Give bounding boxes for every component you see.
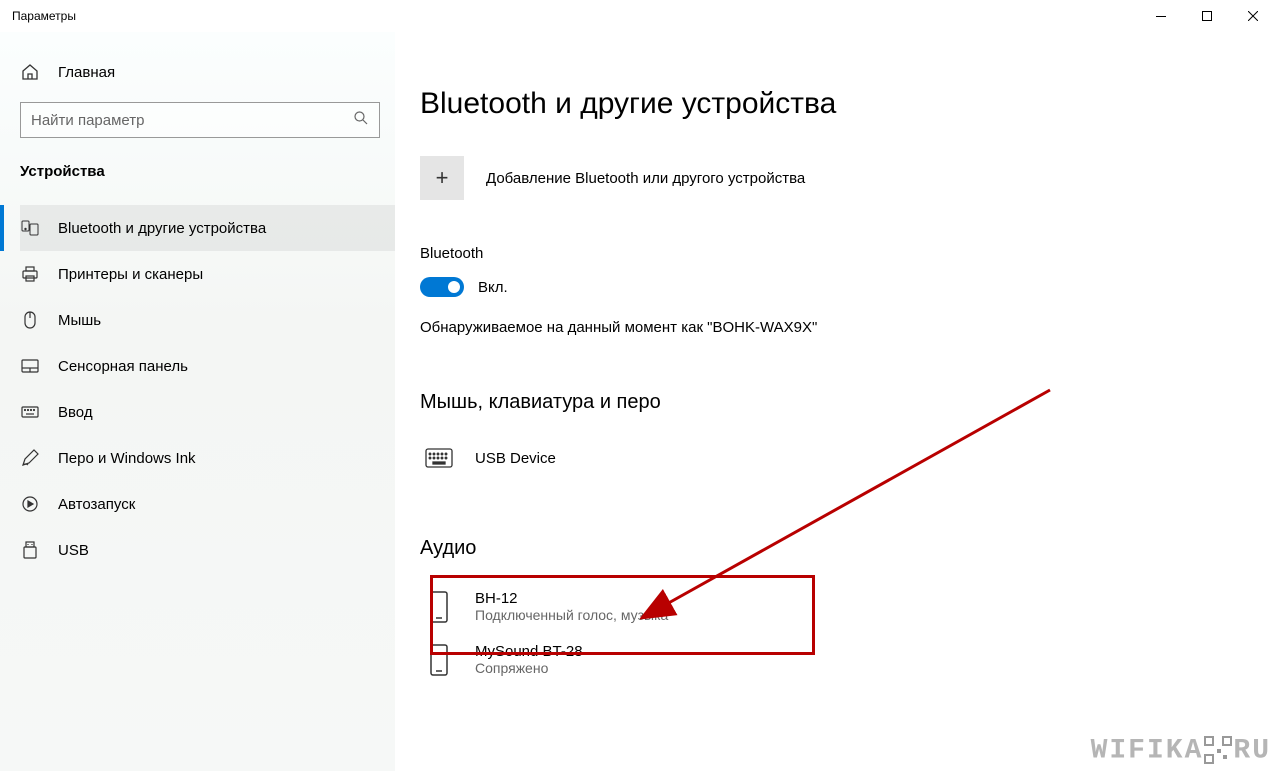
bluetooth-toggle[interactable] [420,277,464,297]
bluetooth-devices-icon [20,218,40,238]
sidebar-item-bluetooth[interactable]: Bluetooth и другие устройства [20,205,395,251]
add-device-row[interactable]: + Добавление Bluetooth или другого устро… [420,156,1276,200]
device-name: USB Device [475,450,556,467]
usb-icon [20,540,40,560]
close-button[interactable] [1230,0,1276,32]
nav-label: Мышь [58,312,101,329]
printer-icon [20,264,40,284]
section-title-input: Мышь, клавиатура и перо [420,391,1276,414]
section-title-audio: Аудио [420,537,1276,560]
mouse-icon [20,310,40,330]
minimize-button[interactable] [1138,0,1184,32]
touchpad-icon [20,356,40,376]
add-device-label: Добавление Bluetooth или другого устройс… [486,170,805,187]
device-name: MySound BT-28 [475,643,583,660]
category-header: Устройства [20,163,395,180]
search-box[interactable] [20,102,380,138]
discoverable-text: Обнаруживаемое на данный момент как "BOH… [420,319,1276,336]
nav-label: Bluetooth и другие устройства [58,220,266,237]
nav-label: Принтеры и сканеры [58,266,203,283]
plus-icon: + [436,165,449,191]
keyboard-device-icon [425,444,453,472]
sidebar-item-autoplay[interactable]: Автозапуск [20,481,395,527]
watermark: WIFIKARU [1091,735,1271,766]
toggle-knob [448,281,460,293]
pen-icon [20,448,40,468]
sidebar-item-printers[interactable]: Принтеры и сканеры [20,251,395,297]
device-item-bh12[interactable]: BH-12 Подключенный голос, музыка [420,580,1276,633]
sidebar-item-usb[interactable]: USB [20,527,395,573]
sidebar: Главная Устройства Bluetooth и другие ус… [0,32,395,771]
search-icon [353,110,369,131]
home-icon [20,62,40,82]
maximize-button[interactable] [1184,0,1230,32]
page-title: Bluetooth и другие устройства [420,87,1276,121]
sidebar-item-touchpad[interactable]: Сенсорная панель [20,343,395,389]
sidebar-item-mouse[interactable]: Мышь [20,297,395,343]
window-controls [1138,0,1276,32]
titlebar: Параметры [0,0,1276,32]
toggle-state-label: Вкл. [478,279,508,296]
content-area: Bluetooth и другие устройства + Добавлен… [395,32,1276,771]
keyboard-icon [20,402,40,422]
audio-devices-section: Аудио BH-12 Подключенный голос, музыка M… [420,537,1276,686]
input-devices-section: Мышь, клавиатура и перо USB Device [420,391,1276,482]
nav-label: USB [58,542,89,559]
home-label: Главная [58,64,115,81]
nav-label: Сенсорная панель [58,358,188,375]
bluetooth-label: Bluetooth [420,245,1276,262]
nav-label: Автозапуск [58,496,135,513]
sidebar-item-pen[interactable]: Перо и Windows Ink [20,435,395,481]
window-title: Параметры [12,9,76,23]
device-item-usb[interactable]: USB Device [420,434,1276,482]
bluetooth-toggle-row: Вкл. [420,277,1276,297]
nav-label: Ввод [58,404,93,421]
add-device-button[interactable]: + [420,156,464,200]
home-link[interactable]: Главная [20,52,395,92]
device-status: Подключенный голос, музыка [475,607,668,623]
device-item-mysound[interactable]: MySound BT-28 Сопряжено [420,633,1276,686]
nav-label: Перо и Windows Ink [58,450,196,467]
autoplay-icon [20,494,40,514]
device-name: BH-12 [475,590,668,607]
sidebar-item-typing[interactable]: Ввод [20,389,395,435]
search-input[interactable] [31,112,353,129]
phone-device-icon [425,646,453,674]
device-status: Сопряжено [475,660,583,676]
bluetooth-section: Bluetooth Вкл. Обнаруживаемое на данный … [420,245,1276,336]
phone-device-icon [425,593,453,621]
